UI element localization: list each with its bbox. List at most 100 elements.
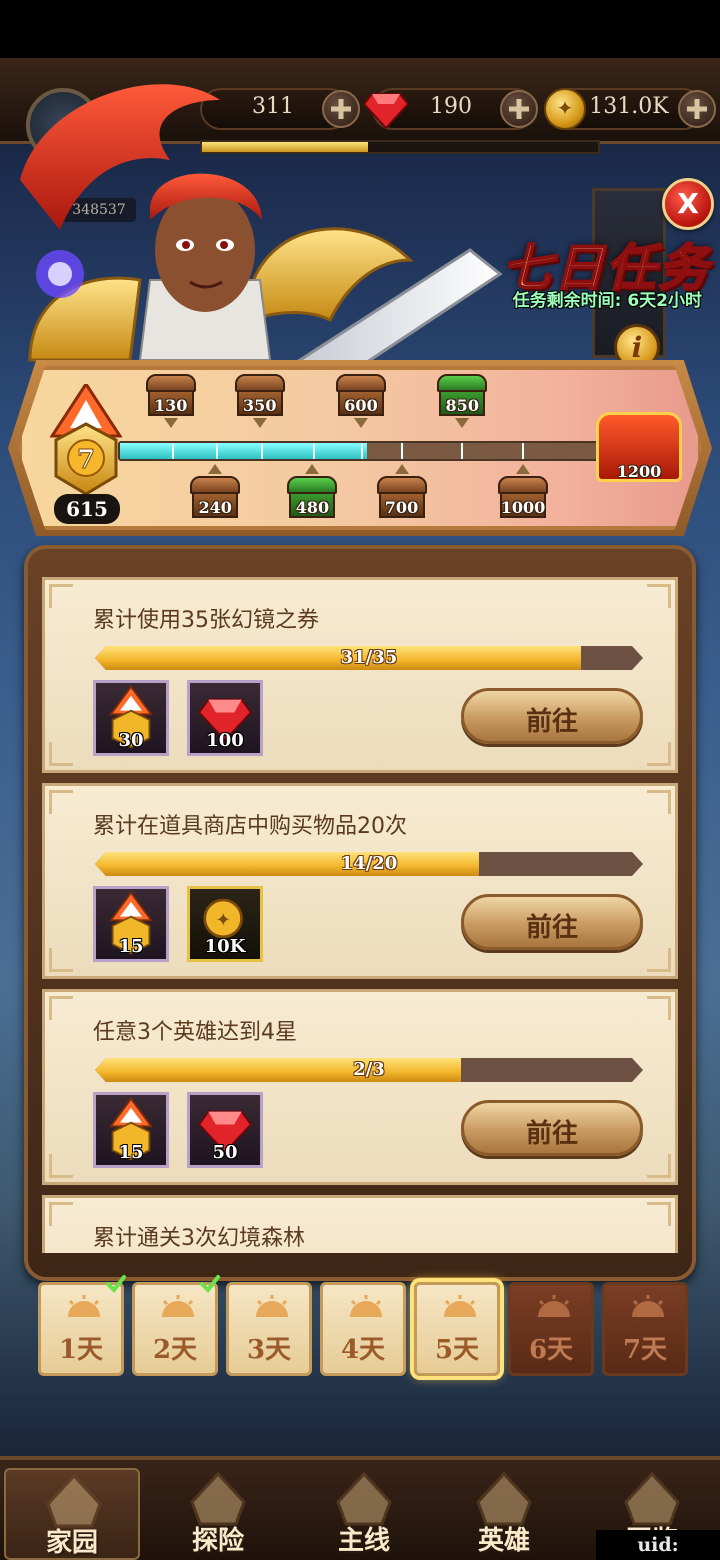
checkmark-icon bbox=[200, 1275, 220, 1294]
milestone-value: 130 bbox=[153, 396, 188, 415]
gold-value: 131.0K bbox=[589, 94, 669, 119]
go-button[interactable]: 前往 bbox=[461, 894, 643, 950]
day-label: 5天 bbox=[434, 1335, 480, 1365]
reward-amount: 15 bbox=[118, 936, 144, 957]
task-card: 累计使用35张幻镜之券 31/35 30 100 前往 bbox=[42, 577, 678, 773]
day-tab-5[interactable]: 5天 bbox=[414, 1282, 500, 1376]
milestone-value: 480 bbox=[295, 498, 330, 517]
day-tab-2[interactable]: 2天 bbox=[132, 1275, 220, 1376]
task-title: 累计在道具商店中购买物品20次 bbox=[93, 814, 407, 839]
day-label: 6天 bbox=[528, 1335, 574, 1365]
nav-label: 主线 bbox=[337, 1526, 390, 1556]
milestone-value: 850 bbox=[445, 396, 479, 415]
explore-icon bbox=[190, 1472, 246, 1526]
nav-item-crossed-swords[interactable]: 主线 bbox=[296, 1468, 432, 1560]
milestone-value: 350 bbox=[243, 396, 277, 415]
reward-item[interactable]: 50 bbox=[187, 1092, 263, 1168]
task-progress-text: 2/3 bbox=[353, 1059, 385, 1080]
close-icon: X bbox=[677, 187, 699, 220]
milestone-tick bbox=[361, 443, 363, 459]
reward-item[interactable]: ✦ 10K bbox=[187, 886, 263, 962]
svg-text:✦: ✦ bbox=[215, 910, 230, 931]
task-card: 累计通关3次幻境森林 bbox=[42, 1195, 678, 1253]
milestone-tick bbox=[401, 443, 404, 459]
day-tab-3[interactable]: 3天 bbox=[226, 1282, 312, 1376]
go-button-label: 前往 bbox=[525, 707, 578, 737]
milestone-value: 240 bbox=[198, 498, 232, 517]
sun-icon bbox=[538, 1295, 570, 1317]
milestone-value: 1000 bbox=[500, 498, 546, 517]
activity-medal-icon: 7 bbox=[50, 384, 122, 496]
reward-item[interactable]: 15 bbox=[93, 1092, 169, 1168]
go-button-label: 前往 bbox=[525, 1119, 578, 1149]
close-button[interactable]: X bbox=[662, 178, 714, 230]
task-panel: 累计使用35张幻镜之券 31/35 30 100 前往 累计在道具商店中购买物品20次 14… bbox=[24, 545, 696, 1281]
day-label: 2天 bbox=[152, 1335, 198, 1365]
status-bar bbox=[0, 0, 720, 58]
milestone-tick bbox=[461, 443, 464, 459]
reward-amount: 15 bbox=[118, 1142, 144, 1163]
crossed-swords-icon bbox=[336, 1472, 392, 1526]
task-progress-text: 31/35 bbox=[340, 647, 398, 668]
task-progress-bar: 31/35 bbox=[95, 646, 643, 670]
milestone-pointer bbox=[394, 464, 409, 474]
points-progress-track bbox=[118, 441, 604, 461]
task-title: 累计通关3次幻境森林 bbox=[93, 1226, 305, 1251]
reward-amount: 10K bbox=[204, 936, 246, 957]
points-progress-fill bbox=[120, 443, 368, 459]
milestone-pointer bbox=[455, 418, 470, 428]
go-button-label: 前往 bbox=[525, 913, 578, 943]
hero-illustration bbox=[20, 84, 503, 380]
milestone-pointer bbox=[305, 464, 320, 474]
go-button[interactable]: 前往 bbox=[461, 1100, 643, 1156]
seven-day-task-screen: 311 190 131.0K 348537 bbox=[0, 0, 720, 1560]
task-list[interactable]: 累计使用35张幻镜之券 31/35 30 100 前往 累计在道具商店中购买物品20次 14… bbox=[42, 577, 678, 1253]
uid-label: uid: 348537 bbox=[596, 1530, 720, 1560]
remaining-time: 任务剩余时间: 6天2小时 bbox=[512, 291, 702, 311]
reward-item[interactable]: 15 bbox=[93, 886, 169, 962]
task-progress-text: 14/20 bbox=[340, 853, 398, 874]
milestone-pointer bbox=[208, 464, 223, 474]
nav-item-explore[interactable]: 探险 bbox=[150, 1468, 286, 1560]
milestone-value: 600 bbox=[344, 396, 378, 415]
milestone-tick bbox=[216, 443, 219, 459]
go-button[interactable]: 前往 bbox=[461, 688, 643, 744]
day-label: 4天 bbox=[340, 1335, 386, 1365]
day-tab-4[interactable]: 4天 bbox=[320, 1282, 406, 1376]
sun-icon bbox=[68, 1295, 100, 1317]
sun-icon bbox=[162, 1295, 194, 1317]
day-tab-7[interactable]: 7天 bbox=[602, 1282, 688, 1376]
task-card: 任意3个英雄达到4星 2/3 15 50 前往 bbox=[42, 989, 678, 1185]
day-label: 3天 bbox=[246, 1335, 292, 1365]
day-tab-6[interactable]: 6天 bbox=[508, 1282, 594, 1376]
reward-item[interactable]: 30 bbox=[93, 680, 169, 756]
day-tab-1[interactable]: 1天 bbox=[38, 1275, 126, 1376]
nav-item-hero[interactable]: 英雄 bbox=[436, 1468, 572, 1560]
reward-item[interactable]: 100 bbox=[187, 680, 263, 756]
day-label: 7天 bbox=[622, 1335, 668, 1365]
sun-icon bbox=[444, 1295, 476, 1317]
nav-item-castle[interactable]: 家园 bbox=[4, 1468, 140, 1560]
final-reward-value: 1200 bbox=[616, 462, 662, 481]
milestone-value: 700 bbox=[384, 498, 419, 517]
reward-amount: 50 bbox=[212, 1142, 238, 1163]
codex-icon bbox=[624, 1472, 680, 1526]
task-title: 任意3个英雄达到4星 bbox=[93, 1020, 297, 1045]
medal-level: 7 bbox=[77, 445, 95, 475]
task-card: 累计在道具商店中购买物品20次 14/20 15 ✦ 10K 前往 bbox=[42, 783, 678, 979]
milestone-pointer bbox=[516, 464, 530, 474]
castle-icon bbox=[46, 1474, 102, 1528]
nav-label: 英雄 bbox=[477, 1526, 530, 1556]
nav-label: 探险 bbox=[191, 1526, 244, 1556]
add-gold-button[interactable] bbox=[678, 90, 716, 128]
task-progress-bar: 14/20 bbox=[95, 852, 643, 876]
day-label: 1天 bbox=[58, 1335, 104, 1365]
milestone-pointer bbox=[252, 418, 267, 428]
milestone-pointer bbox=[163, 418, 178, 428]
checkmark-icon bbox=[106, 1275, 126, 1294]
sun-icon bbox=[350, 1295, 382, 1317]
task-title: 累计使用35张幻镜之券 bbox=[93, 608, 319, 633]
reward-amount: 30 bbox=[118, 730, 144, 751]
reward-amount: 100 bbox=[206, 730, 244, 751]
sun-icon bbox=[632, 1295, 664, 1317]
